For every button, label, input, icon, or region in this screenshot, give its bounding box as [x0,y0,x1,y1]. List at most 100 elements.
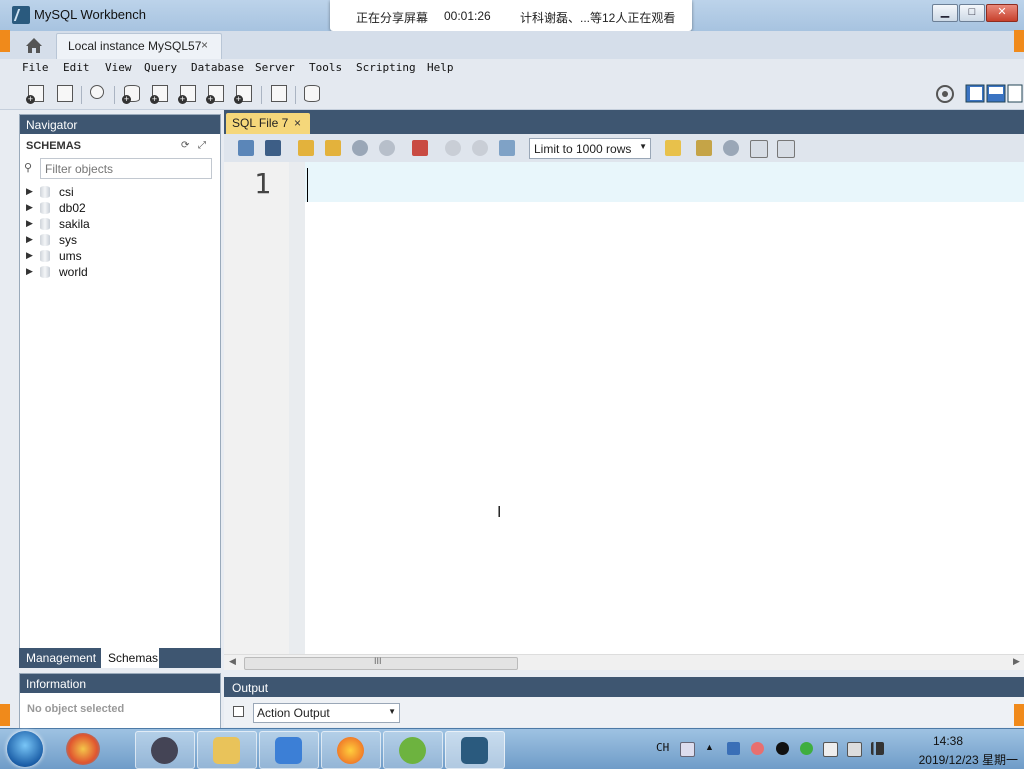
menu-bar: File Edit View Query Database Server Too… [0,59,1024,79]
scrollbar-thumb[interactable]: III [244,656,518,670]
tray-app-icon[interactable] [751,742,764,755]
system-clock[interactable]: 14:38 2019/12/23 星期一 [880,732,1018,768]
copy-icon[interactable] [233,706,244,717]
execute-icon[interactable] [298,140,314,156]
commit-icon[interactable] [445,140,461,156]
filter-objects-field[interactable] [40,158,212,179]
expand-arrow-icon[interactable]: ▶ [26,266,33,277]
information-header: Information [20,674,220,693]
navigator-tabs: Management Schemas [19,648,221,668]
tab-schemas[interactable]: Schemas [101,648,159,668]
beautify-icon[interactable] [696,140,712,156]
create-table-icon[interactable]: + [150,84,170,104]
qq-icon[interactable] [776,742,789,755]
create-function-icon[interactable]: + [234,84,254,104]
menu-query[interactable]: Query [144,61,177,74]
menu-view[interactable]: View [105,61,132,74]
close-window-button[interactable]: ✕ [986,4,1018,22]
find-icon[interactable] [723,140,739,156]
taskbar-app-wps[interactable] [259,731,319,769]
show-hidden-icons-icon[interactable]: ▲ [705,742,714,752]
schema-name: db02 [59,201,86,215]
taskbar-app-mysql-workbench[interactable] [445,731,505,769]
word-wrap-icon[interactable] [777,140,795,158]
filter-objects-input[interactable] [43,160,207,178]
taskbar-app-explorer[interactable] [197,731,257,769]
tab-management[interactable]: Management [19,648,101,668]
toolbar-separator [295,86,296,104]
schema-name: world [59,265,88,279]
main-toolbar: + + + + + + [0,79,1024,110]
start-button[interactable] [7,731,43,767]
menu-tools[interactable]: Tools [309,61,342,74]
reconnect-icon[interactable] [302,84,322,104]
explain-icon[interactable] [352,140,368,156]
menu-server[interactable]: Server [255,61,295,74]
taskbar-app-spring[interactable] [383,731,443,769]
home-tab[interactable] [18,33,50,57]
database-icon [40,218,50,230]
open-file-icon[interactable] [238,140,254,156]
output-type-select[interactable]: Action Output ▼ [253,703,400,723]
expand-arrow-icon[interactable]: ▶ [26,218,33,229]
input-language[interactable]: CH [656,741,669,754]
create-procedure-icon[interactable]: + [206,84,226,104]
chevron-down-icon: ▼ [639,142,647,151]
expand-arrow-icon[interactable]: ▶ [26,202,33,213]
search-table-data-icon[interactable] [269,84,289,104]
menu-scripting[interactable]: Scripting [356,61,416,74]
save-icon[interactable] [265,140,281,156]
keyboard-icon[interactable] [680,742,695,757]
usb-device-icon[interactable] [823,742,838,757]
maximize-button[interactable]: □ [959,4,985,22]
expand-arrow-icon[interactable]: ▶ [26,234,33,245]
horizontal-scrollbar[interactable]: ◀ III ▶ [224,654,1024,670]
sql-editor-text-area[interactable] [305,202,1024,654]
expand-arrow-icon[interactable]: ▶ [26,250,33,261]
limit-rows-select[interactable]: Limit to 1000 rows ▼ [529,138,651,159]
output-title: Output [232,681,269,695]
sql-file-close-icon[interactable]: × [294,116,301,130]
navigator-header: Navigator [20,115,220,134]
volume-icon[interactable] [847,742,862,757]
tab-close-icon[interactable]: × [201,38,208,52]
minimize-button[interactable]: ▁ [932,4,958,22]
taskbar-app-firefox[interactable] [321,731,381,769]
expand-arrow-icon[interactable]: ▶ [26,186,33,197]
toggle-continue-on-error-icon[interactable] [412,140,428,156]
expand-icon[interactable]: ⤢ [198,140,206,151]
refresh-icon[interactable]: ⟳ [181,140,189,151]
colorful-app-icon[interactable] [66,733,100,765]
create-view-icon[interactable]: + [178,84,198,104]
database-icon [40,186,50,198]
add-app-icon[interactable] [800,742,813,755]
menu-edit[interactable]: Edit [63,61,90,74]
wps-icon [275,737,302,764]
tab-sql-file[interactable]: SQL File 7 × [226,113,310,134]
add-snippet-icon[interactable] [665,140,681,156]
network-box-icon[interactable] [727,742,740,755]
layout-toggle-icon[interactable] [965,84,1023,104]
create-schema-icon[interactable]: + [122,84,142,104]
menu-file[interactable]: File [22,61,49,74]
invisible-chars-icon[interactable] [750,140,768,158]
tab-local-instance[interactable]: Local instance MySQL57 × [56,33,222,59]
scroll-left-icon[interactable]: ◀ [229,656,236,667]
stop-icon[interactable] [379,140,395,156]
taskbar-app-media[interactable] [135,731,195,769]
database-icon [40,250,50,262]
execute-current-icon[interactable] [325,140,341,156]
windows-taskbar: CH ▲ 14:38 2019/12/23 星期一 [0,728,1024,769]
ibeam-cursor-icon: I [497,504,502,521]
open-sql-script-icon[interactable] [55,84,75,104]
rollback-icon[interactable] [472,140,488,156]
screen-share-banner: 正在分享屏幕 00:01:26 计科谢磊、...等12人正在观看 [330,0,692,31]
scroll-right-icon[interactable]: ▶ [1013,656,1020,667]
menu-database[interactable]: Database [191,61,244,74]
inspector-icon[interactable] [88,84,108,104]
new-sql-tab-icon[interactable]: + [26,84,46,104]
autocommit-icon[interactable] [499,140,515,156]
menu-help[interactable]: Help [427,61,454,74]
schema-name: sakila [59,217,90,231]
settings-icon[interactable] [935,84,955,104]
